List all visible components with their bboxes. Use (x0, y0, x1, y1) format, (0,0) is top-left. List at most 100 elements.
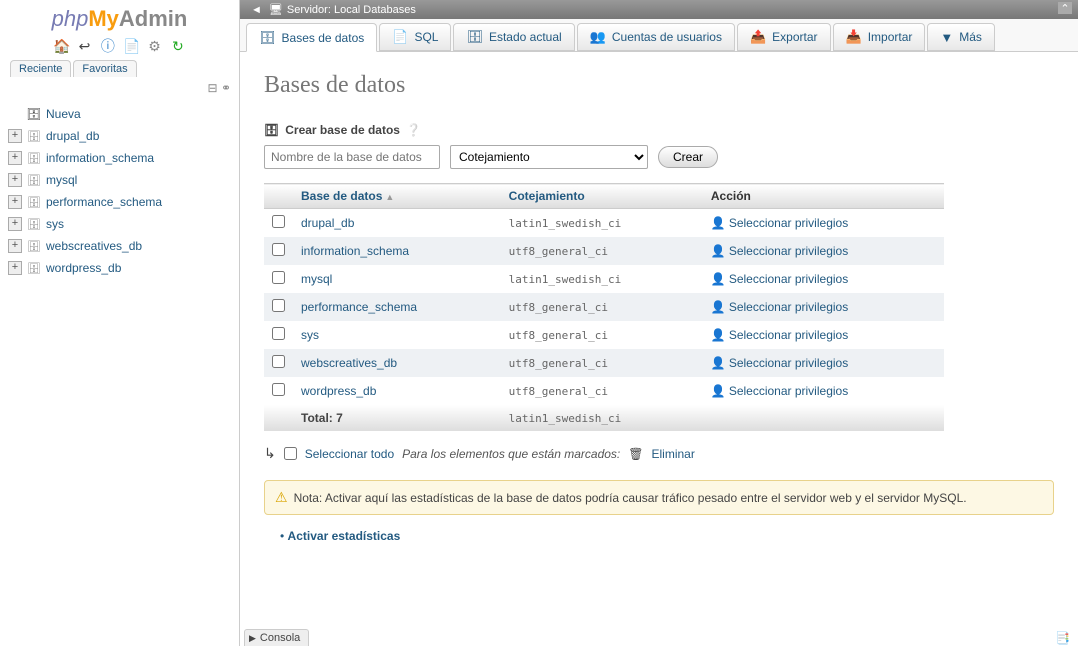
privileges-link[interactable]: Seleccionar privilegios (729, 216, 848, 230)
tree-label: wordpress_db (46, 261, 121, 275)
table-row: wordpress_dbutf8_general_ci👤Seleccionar … (264, 377, 944, 405)
tab-favorites[interactable]: Favoritas (73, 60, 136, 77)
privileges-link[interactable]: Seleccionar privilegios (729, 328, 848, 342)
tab-label: Bases de datos (282, 31, 365, 45)
row-checkbox[interactable] (272, 327, 285, 340)
row-checkbox[interactable] (272, 299, 285, 312)
db-link[interactable]: performance_schema (301, 300, 417, 314)
total-collation: latin1_swedish_ci (501, 405, 703, 431)
expand-icon[interactable]: + (8, 195, 22, 209)
sql-icon[interactable]: 📄 (123, 38, 139, 54)
tree-label: performance_schema (46, 195, 162, 209)
delete-link[interactable]: Eliminar (651, 447, 694, 461)
collation-select[interactable]: Cotejamiento (450, 145, 648, 169)
page-settings-icon[interactable]: 📑 (1055, 631, 1070, 645)
db-link[interactable]: wordpress_db (301, 384, 376, 398)
arrow-up-icon: ↳ (264, 445, 276, 462)
db-icon (26, 216, 42, 232)
with-selected-label: Para los elementos que están marcados: (402, 447, 620, 461)
th-action: Acción (703, 184, 944, 209)
breadcrumb: ◄ 🖥 Servidor: Local Databases ⌃ (240, 0, 1078, 19)
enable-stats-link[interactable]: Activar estadísticas (288, 529, 401, 543)
tab-label: Más (959, 30, 982, 44)
settings-icon[interactable]: ⚙ (147, 38, 163, 54)
db-link[interactable]: webscreatives_db (301, 356, 397, 370)
row-checkbox[interactable] (272, 215, 285, 228)
logo[interactable]: phpMyAdmin (0, 0, 239, 34)
table-row: webscreatives_dbutf8_general_ci👤Seleccio… (264, 349, 944, 377)
tree-item[interactable]: +information_schema (8, 147, 231, 169)
expand-icon[interactable]: + (8, 129, 22, 143)
tree-item[interactable]: +mysql (8, 169, 231, 191)
docs-icon[interactable]: ⓘ (100, 36, 116, 52)
logout-icon[interactable]: ↩ (76, 38, 92, 54)
tree-item[interactable]: + performance_schema (8, 191, 231, 213)
db-collation: utf8_general_ci (501, 293, 703, 321)
collapse-top-icon[interactable]: ⌃ (1058, 2, 1072, 14)
breadcrumb-server-name[interactable]: Local Databases (334, 4, 416, 16)
row-checkbox[interactable] (272, 383, 285, 396)
db-icon (26, 194, 42, 210)
link-icon[interactable]: ⚭ (221, 81, 231, 95)
expand-icon[interactable]: + (8, 239, 22, 253)
collapse-controls: ⊟ ⚭ (0, 77, 239, 99)
db-link[interactable]: mysql (301, 272, 332, 286)
tree-label: webscreatives_db (46, 239, 142, 253)
tab-icon: 👥 (590, 29, 606, 45)
privileges-link[interactable]: Seleccionar privilegios (729, 356, 848, 370)
top-tab[interactable]: 🗄Estado actual (453, 23, 574, 51)
collapse-icon[interactable]: ⊟ (208, 81, 218, 95)
privileges-icon: 👤 (711, 300, 726, 314)
top-tabs: 🗄Bases de datos📄SQL🗄Estado actual👥Cuenta… (240, 19, 1078, 52)
console-button[interactable]: ▶ Consola (244, 629, 309, 646)
check-all[interactable] (284, 447, 297, 460)
row-checkbox[interactable] (272, 243, 285, 256)
total-label: Total: 7 (293, 405, 501, 431)
top-tab[interactable]: ▼Más (927, 23, 995, 51)
expand-icon[interactable]: + (8, 173, 22, 187)
tree-new-label: Nueva (46, 107, 81, 121)
tree-item[interactable]: +sys (8, 213, 231, 235)
main: ◄ 🖥 Servidor: Local Databases ⌃ 🗄Bases d… (240, 0, 1078, 646)
expand-icon[interactable]: + (8, 261, 22, 275)
top-tab[interactable]: 👥Cuentas de usuarios (577, 23, 735, 51)
top-tab[interactable]: 📥Importar (833, 23, 926, 51)
breadcrumb-server-label: Servidor: (287, 4, 331, 16)
row-checkbox[interactable] (272, 355, 285, 368)
privileges-link[interactable]: Seleccionar privilegios (729, 300, 848, 314)
tree-item[interactable]: + wordpress_db (8, 257, 231, 279)
row-checkbox[interactable] (272, 271, 285, 284)
top-tab[interactable]: 🗄Bases de datos (246, 23, 377, 52)
home-icon[interactable]: 🏠 (53, 38, 69, 54)
expand-icon[interactable]: + (8, 151, 22, 165)
db-table: Base de datos▲ Cotejamiento Acción drupa… (264, 183, 944, 431)
check-all-label[interactable]: Seleccionar todo (305, 447, 394, 461)
table-row: drupal_dblatin1_swedish_ci👤Seleccionar p… (264, 209, 944, 238)
tree-item[interactable]: + webscreatives_db (8, 235, 231, 257)
privileges-link[interactable]: Seleccionar privilegios (729, 272, 848, 286)
reload-icon[interactable]: ↻ (170, 38, 186, 54)
th-collation[interactable]: Cotejamiento (501, 184, 703, 209)
top-tab[interactable]: 📄SQL (379, 23, 451, 51)
tab-recent[interactable]: Reciente (10, 60, 71, 77)
create-button[interactable]: Crear (658, 146, 718, 168)
privileges-link[interactable]: Seleccionar privilegios (729, 384, 848, 398)
privileges-icon: 👤 (711, 356, 726, 370)
help-icon[interactable]: ❔ (406, 123, 421, 137)
delete-icon: 🗑 (628, 447, 643, 461)
db-link[interactable]: sys (301, 328, 319, 342)
tree-item[interactable]: +drupal_db (8, 125, 231, 147)
collapse-left-icon[interactable]: ◄ (251, 4, 262, 16)
console-bar: ▶ Consola 📑 (240, 629, 1078, 646)
th-database[interactable]: Base de datos▲ (293, 184, 501, 209)
top-tab[interactable]: 📤Exportar (737, 23, 831, 51)
expand-icon[interactable]: + (8, 217, 22, 231)
db-link[interactable]: drupal_db (301, 216, 354, 230)
db-icon (26, 260, 42, 276)
privileges-link[interactable]: Seleccionar privilegios (729, 244, 848, 258)
db-collation: utf8_general_ci (501, 321, 703, 349)
db-name-input[interactable] (264, 145, 440, 169)
db-link[interactable]: information_schema (301, 244, 409, 258)
page-title: Bases de datos (264, 72, 1054, 99)
tree-new[interactable]: 🗄 Nueva (8, 103, 231, 125)
